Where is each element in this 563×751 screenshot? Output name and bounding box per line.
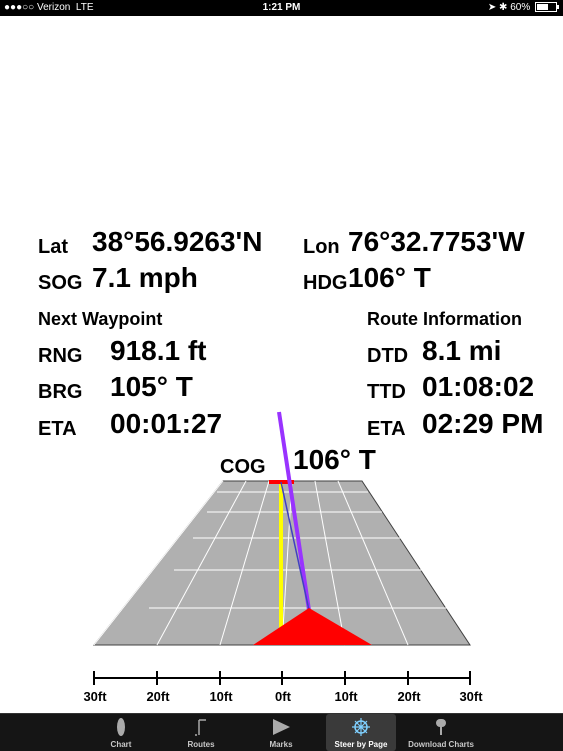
tab-marks[interactable]: Marks xyxy=(246,714,316,751)
tab-steer-by-page-label: Steer by Page xyxy=(334,740,388,749)
hdg-value: 106° T xyxy=(348,262,431,293)
tab-chart[interactable]: Chart xyxy=(86,714,156,751)
battery-percent: 60% xyxy=(510,2,531,13)
battery-icon xyxy=(535,2,559,13)
scale-tick-label: 20ft xyxy=(397,689,421,704)
tab-routes-label: Routes xyxy=(187,740,215,749)
mark-icon xyxy=(273,719,290,735)
boat-icon xyxy=(117,718,125,736)
route-flag-icon xyxy=(195,719,206,736)
battery-fill xyxy=(537,4,548,11)
tab-bar: Chart Routes Marks Steer by Page Downloa… xyxy=(0,713,563,751)
route-information-title: Route Information xyxy=(367,309,522,329)
brg-value: 105° T xyxy=(110,371,193,402)
lat-value: 38°56.9263'N xyxy=(92,226,263,257)
distance-scale xyxy=(93,671,471,685)
hdg-label: HDG xyxy=(303,272,348,294)
sog-label: SOG xyxy=(38,272,83,294)
tab-routes[interactable]: Routes xyxy=(166,714,236,751)
scale-tick-label: 10ft xyxy=(334,689,358,704)
sog-value: 7.1 mph xyxy=(92,262,198,293)
download-icon xyxy=(436,719,446,735)
tab-chart-label: Chart xyxy=(110,740,132,749)
lon-value: 76°32.7753'W xyxy=(348,226,525,257)
tab-download-charts[interactable]: Download Charts xyxy=(406,714,476,751)
tab-download-charts-label: Download Charts xyxy=(408,740,474,749)
rng-label: RNG xyxy=(38,345,83,367)
scale-labels: 30ft 20ft 10ft 0ft 10ft 20ft 30ft xyxy=(0,689,563,707)
scale-tick-label: 10ft xyxy=(209,689,233,704)
rng-value: 918.1 ft xyxy=(110,335,207,366)
lon-label: Lon xyxy=(303,236,340,258)
scale-tick-label: 0ft xyxy=(275,689,291,704)
status-bar: ●●●○○ Verizon LTE 1:21 PM ➤ ✱ 60% xyxy=(0,0,563,16)
tab-marks-label: Marks xyxy=(269,740,293,749)
status-right: ➤ ✱ 60% xyxy=(487,2,559,13)
scale-tick-label: 30ft xyxy=(83,689,107,704)
lat-label: Lat xyxy=(38,236,68,258)
dtd-label: DTD xyxy=(367,345,409,367)
tab-steer-by-page[interactable]: Steer by Page xyxy=(326,714,396,751)
ttd-value: 01:08:02 xyxy=(422,371,535,402)
status-time: 1:21 PM xyxy=(262,2,301,13)
next-waypoint-title: Next Waypoint xyxy=(38,309,163,329)
location-bluetooth-icons: ➤ ✱ xyxy=(487,2,508,13)
helm-wheel-icon xyxy=(352,718,370,736)
dtd-value: 8.1 mi xyxy=(422,335,502,366)
scale-tick-label: 30ft xyxy=(459,689,483,704)
scale-tick-label: 20ft xyxy=(146,689,170,704)
